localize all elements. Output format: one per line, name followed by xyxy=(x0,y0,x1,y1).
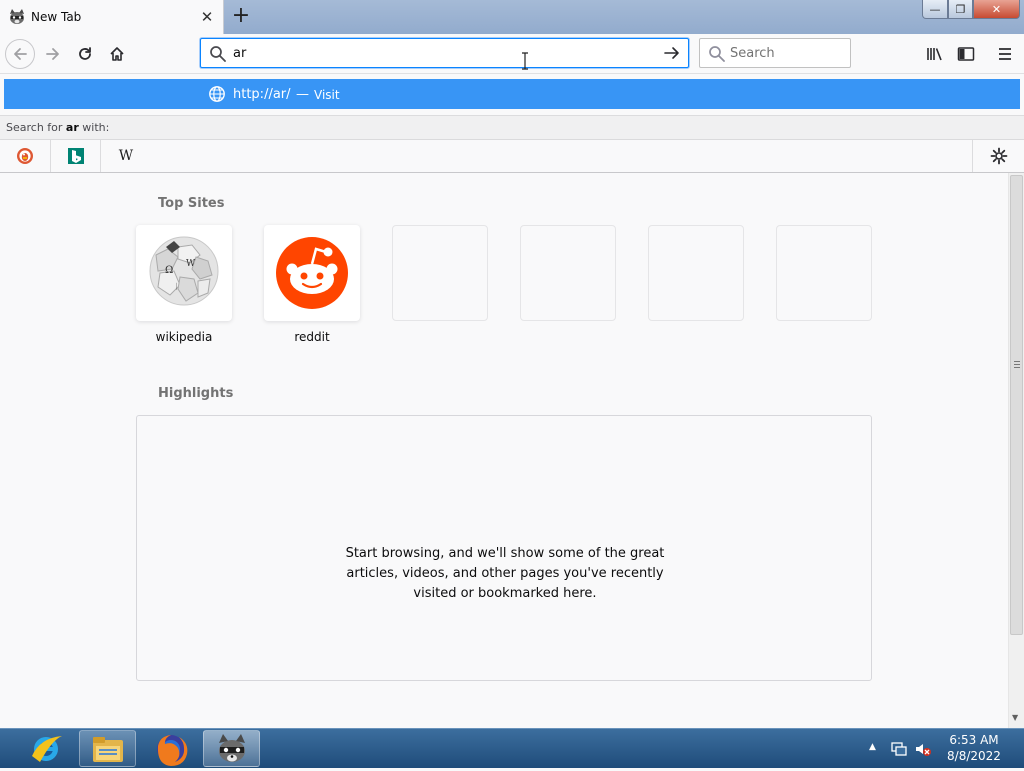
top-site-label: wikipedia xyxy=(155,330,213,344)
suggestion-separator: — xyxy=(296,87,309,102)
sidebar-button[interactable] xyxy=(951,39,981,69)
url-suggestion-row[interactable]: http://ar/ — Visit xyxy=(4,79,1020,109)
close-window-button[interactable]: ✕ xyxy=(973,0,1020,19)
reload-button[interactable] xyxy=(70,39,100,69)
top-site-empty xyxy=(776,225,872,321)
svg-text:ᛁ: ᛁ xyxy=(174,282,179,291)
file-explorer-icon xyxy=(92,736,123,762)
new-tab-content: Top Sites Ω W ᛁ wikipedia reddit Highlig… xyxy=(0,173,1008,728)
close-tab-icon[interactable]: ✕ xyxy=(199,9,215,25)
forward-button[interactable] xyxy=(38,39,68,69)
raccoon-app-icon xyxy=(218,733,245,762)
search-icon xyxy=(210,46,226,62)
gear-icon xyxy=(990,147,1007,165)
top-site-reddit[interactable] xyxy=(264,225,360,321)
reddit-icon xyxy=(276,237,348,309)
scroll-down-arrow-icon[interactable]: ▼ xyxy=(1012,713,1018,722)
tab-strip: New Tab ✕ + — ❐ ✕ xyxy=(0,0,1024,34)
taskbar: ▲ 6:53 AM 8/8/2022 xyxy=(0,728,1024,768)
top-site-label: reddit xyxy=(294,330,330,344)
one-off-search-header: Search for ar with: xyxy=(0,115,1024,140)
clock-date: 8/8/2022 xyxy=(947,749,1001,763)
menu-button[interactable] xyxy=(990,39,1020,69)
reload-icon xyxy=(79,47,91,60)
firefox-icon xyxy=(156,734,187,766)
top-site-empty xyxy=(520,225,616,321)
internet-explorer-icon xyxy=(32,736,62,762)
engine-wikipedia[interactable]: W xyxy=(101,140,151,172)
home-button[interactable] xyxy=(102,39,132,69)
one-off-search-label: Search for ar with: xyxy=(6,121,110,134)
navigation-toolbar xyxy=(0,34,1024,74)
search-icon xyxy=(709,46,725,62)
highlights-title: Highlights xyxy=(158,386,234,401)
internet-explorer-button[interactable] xyxy=(26,730,66,768)
window-controls: — ❐ ✕ xyxy=(922,0,1022,20)
clock-time: 6:53 AM xyxy=(949,733,999,747)
taskbar-raccoon-app[interactable] xyxy=(203,730,260,767)
scrollbar-thumb[interactable] xyxy=(1010,175,1023,635)
wikipedia-icon: W xyxy=(118,148,134,164)
address-bar[interactable] xyxy=(200,38,689,68)
top-sites-title: Top Sites xyxy=(158,196,225,211)
library-button[interactable] xyxy=(920,39,950,69)
search-input[interactable] xyxy=(730,39,845,67)
clock[interactable]: 6:53 AM 8/8/2022 xyxy=(936,732,1012,764)
system-tray: ▲ 6:53 AM 8/8/2022 xyxy=(866,729,1024,769)
engine-duckduckgo[interactable] xyxy=(0,140,51,172)
new-tab-button[interactable]: + xyxy=(230,5,252,28)
bing-icon xyxy=(67,148,84,164)
top-site-empty xyxy=(648,225,744,321)
address-input[interactable] xyxy=(233,39,653,67)
globe-icon xyxy=(209,86,225,102)
tab-title: New Tab xyxy=(31,10,82,24)
vertical-scrollbar[interactable]: ▼ xyxy=(1008,173,1024,728)
arrow-right-icon xyxy=(46,48,59,60)
suggestion-url: http://ar/ xyxy=(233,87,291,102)
volume-muted-icon[interactable] xyxy=(914,741,932,757)
svg-text:W: W xyxy=(186,259,196,269)
hamburger-menu-icon xyxy=(999,48,1011,60)
top-site-empty xyxy=(392,225,488,321)
show-hidden-icons-icon[interactable]: ▲ xyxy=(869,742,876,752)
sidebar-icon xyxy=(957,47,975,61)
highlights-empty-state: Start browsing, and we'll show some of t… xyxy=(136,415,872,681)
svg-text:Ω: Ω xyxy=(165,265,173,276)
text-cursor-icon xyxy=(522,52,528,70)
raccoon-icon xyxy=(10,9,24,24)
taskbar-firefox[interactable] xyxy=(142,730,199,767)
top-site-wikipedia[interactable]: Ω W ᛁ xyxy=(136,225,232,321)
search-settings-button[interactable] xyxy=(972,140,1024,172)
grip-icon xyxy=(1014,361,1020,368)
arrow-left-icon xyxy=(14,48,27,60)
highlights-message: Start browsing, and we'll show some of t… xyxy=(345,546,665,601)
suggestion-action: Visit xyxy=(314,88,340,102)
one-off-search-engines: W xyxy=(0,140,1024,173)
wikipedia-globe-icon: Ω W ᛁ xyxy=(149,236,219,306)
restore-button[interactable]: ❐ xyxy=(948,0,973,19)
go-arrow-icon[interactable] xyxy=(663,44,681,62)
search-bar[interactable] xyxy=(699,38,851,68)
taskbar-file-explorer[interactable] xyxy=(79,730,136,767)
tab-new-tab[interactable]: New Tab ✕ xyxy=(0,0,224,34)
duckduckgo-icon xyxy=(17,148,33,164)
engine-bing[interactable] xyxy=(51,140,101,172)
library-icon xyxy=(927,48,942,61)
minimize-button[interactable]: — xyxy=(922,0,948,19)
back-button[interactable] xyxy=(5,39,35,69)
network-icon[interactable] xyxy=(890,741,908,757)
home-icon xyxy=(110,47,124,61)
